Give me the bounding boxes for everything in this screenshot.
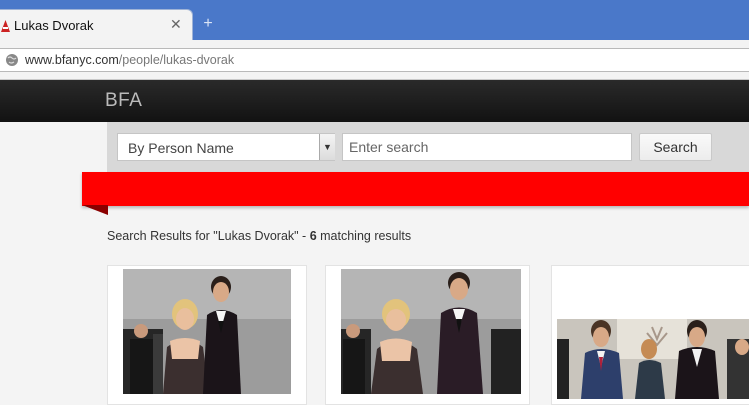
result-card[interactable] <box>325 265 530 405</box>
browser-tabstrip: Lukas Dvorak ✕ + <box>0 0 749 40</box>
search-type-value: By Person Name <box>128 140 234 156</box>
results-prefix: Search Results for "Lukas Dvorak" - <box>107 229 310 243</box>
tab-title: Lukas Dvorak <box>14 18 94 33</box>
globe-icon <box>6 54 18 66</box>
site-logo[interactable]: BFA <box>105 90 142 112</box>
results-summary: Search Results for "Lukas Dvorak" - 6 ma… <box>107 229 411 243</box>
result-photo[interactable] <box>123 269 291 394</box>
red-ribbon-banner <box>82 172 749 206</box>
site-header: BFA <box>0 80 749 122</box>
results-suffix: matching results <box>316 229 412 243</box>
search-panel: By Person Name ▼ Search <box>107 122 749 172</box>
browser-tab[interactable]: Lukas Dvorak ✕ <box>0 9 193 40</box>
result-card[interactable] <box>107 265 307 405</box>
result-photo[interactable] <box>557 319 749 399</box>
results-count: 6 <box>309 229 317 243</box>
result-card[interactable] <box>551 265 749 405</box>
address-bar[interactable]: www.bfanyc.com/people/lukas-dvorak <box>0 48 749 72</box>
url-path: /people/lukas-dvorak <box>118 53 235 67</box>
url-text: www.bfanyc.com/people/lukas-dvorak <box>25 53 234 67</box>
result-photo[interactable] <box>341 269 521 394</box>
chevron-down-icon[interactable]: ▼ <box>319 134 335 160</box>
browser-toolbar: www.bfanyc.com/people/lukas-dvorak <box>0 40 749 80</box>
search-type-select[interactable]: By Person Name ▼ <box>117 133 335 161</box>
search-button[interactable]: Search <box>639 133 712 161</box>
favicon-icon <box>1 20 10 32</box>
search-input[interactable] <box>342 133 632 161</box>
ribbon-fold <box>82 205 108 215</box>
url-domain: www.bfanyc.com <box>25 53 119 67</box>
close-icon[interactable]: ✕ <box>170 16 182 33</box>
plus-icon[interactable]: + <box>197 15 219 33</box>
